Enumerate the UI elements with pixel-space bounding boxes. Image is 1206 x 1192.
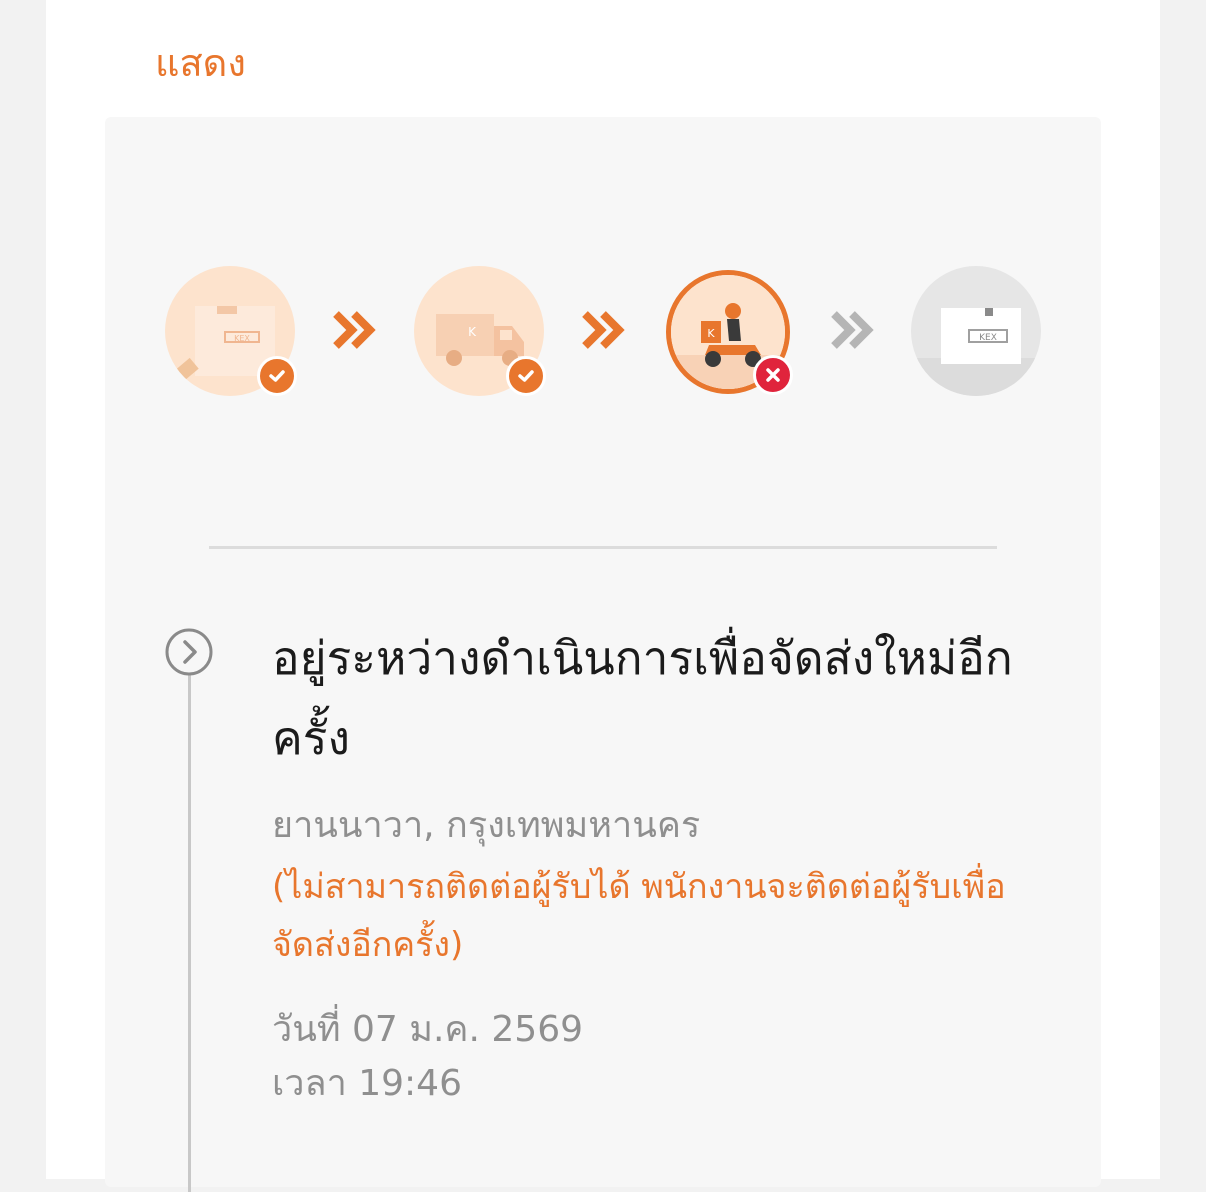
check-icon [506, 356, 546, 396]
chevron-double-right-icon [831, 311, 874, 349]
step-out-for-delivery: K [666, 270, 793, 395]
chevron-double-right-icon [582, 311, 625, 349]
check-icon [257, 356, 297, 396]
chevron-right-circle-icon [165, 628, 213, 676]
svg-text:KEX: KEX [234, 334, 250, 343]
chevron-double-right-icon [333, 311, 376, 349]
timeline-line [188, 672, 191, 1192]
svg-text:K: K [707, 327, 715, 340]
failed-x-icon [753, 355, 793, 395]
show-details-link[interactable]: แสดง [155, 38, 246, 88]
event-time: เวลา 19:46 [272, 1063, 462, 1104]
step-in-transit: K [414, 266, 546, 396]
event-note: (ไม่สามารถติดต่อผู้รับได้ พนักงานจะติดต่… [272, 867, 1006, 965]
step-delivered: KEX [911, 266, 1041, 396]
divider [209, 546, 997, 549]
step-received: KEX [165, 266, 297, 396]
event-title: อยู่ระหว่างดำเนินการเพื่อจัดส่งใหม่อีกคร… [272, 631, 1013, 765]
svg-text:KEX: KEX [979, 333, 997, 343]
svg-text:K: K [468, 325, 477, 339]
event-location: ยานนาวา, กรุงเทพมหานคร [272, 805, 701, 846]
event-date: วันที่ 07 ม.ค. 2569 [272, 1009, 584, 1050]
parcel-box-icon: KEX [911, 308, 1041, 396]
